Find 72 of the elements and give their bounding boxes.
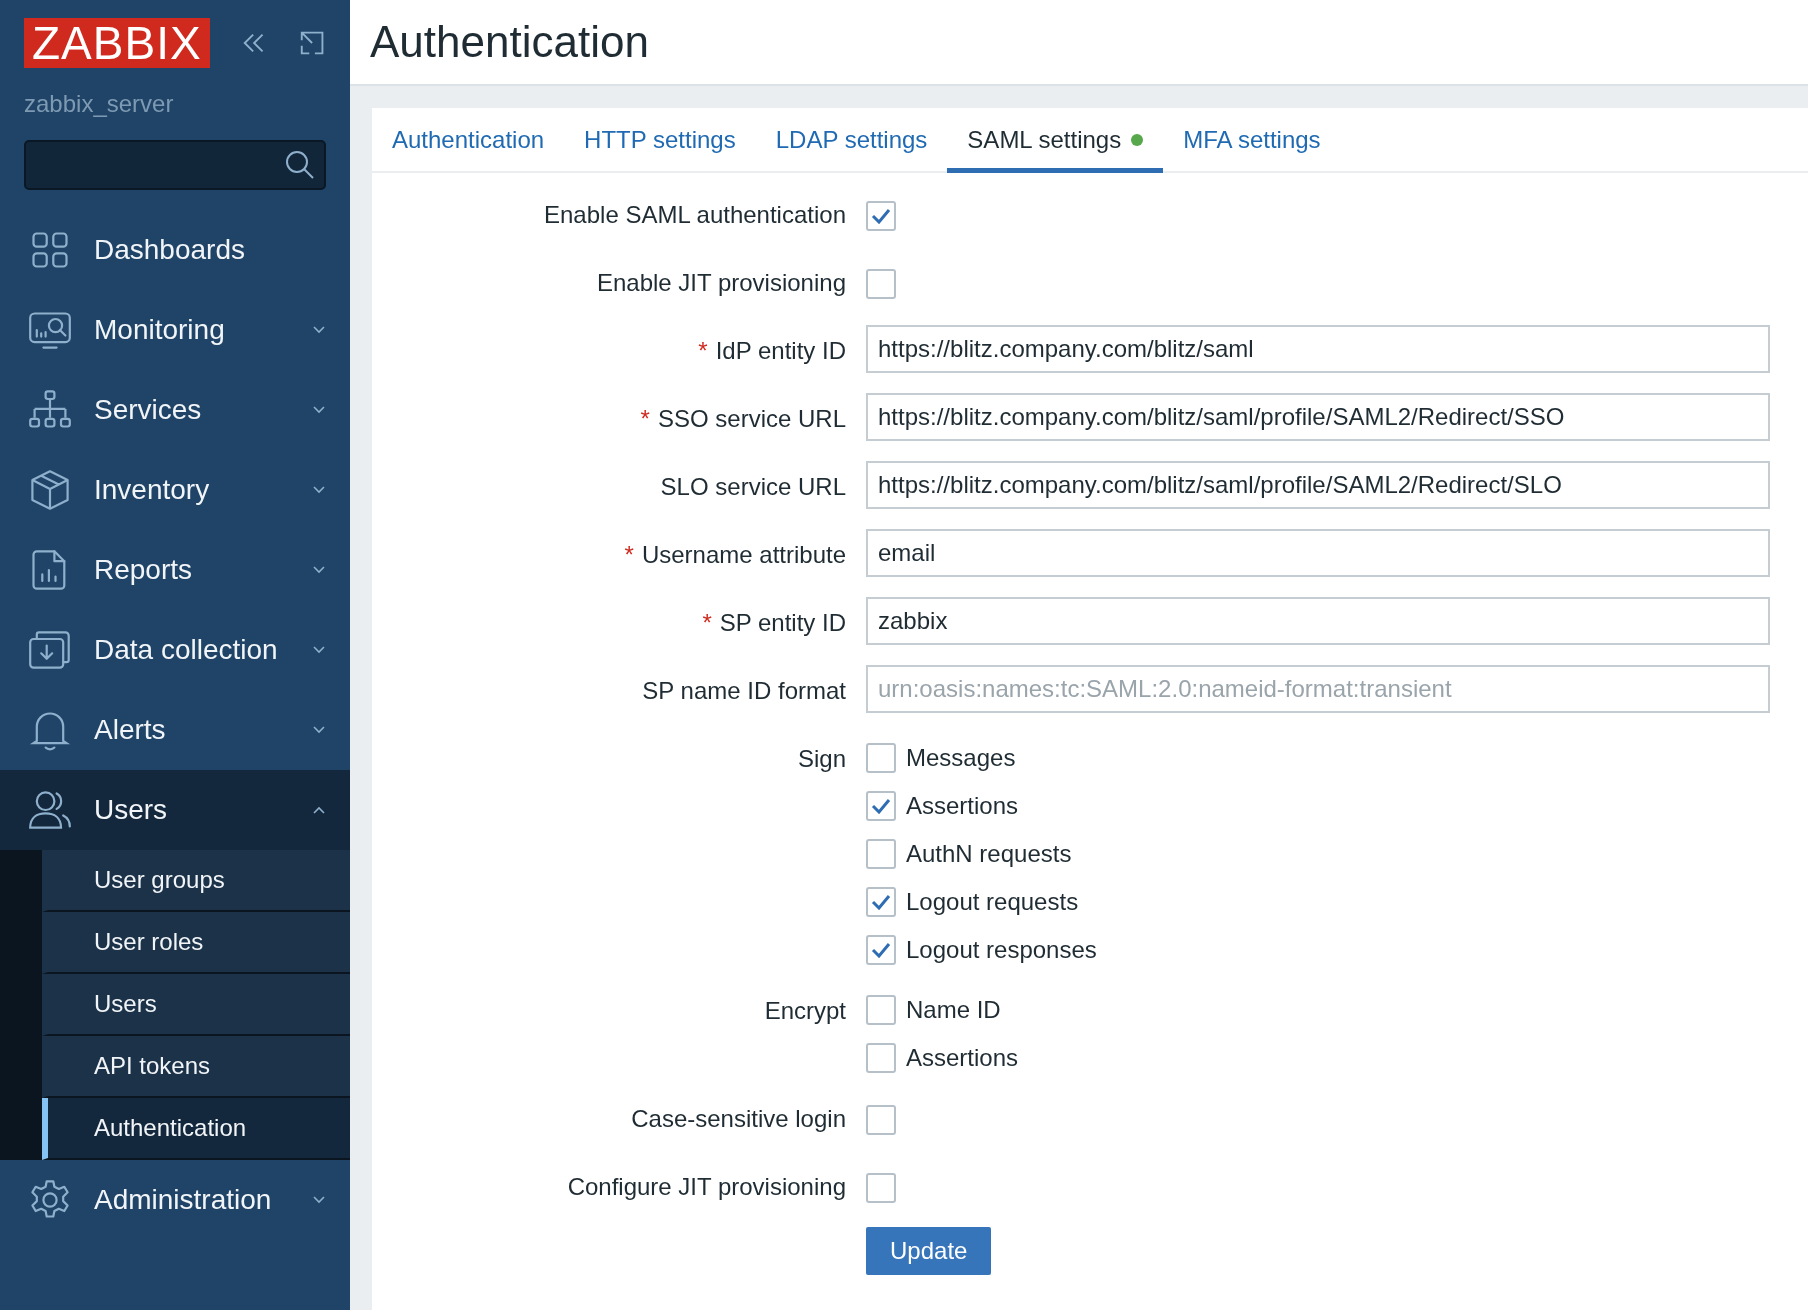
submenu-item[interactable]: Users [42,974,350,1036]
tab[interactable]: MFA settings [1163,108,1341,173]
search-icon[interactable] [284,149,316,181]
checkbox[interactable] [866,839,896,869]
checkmark-icon [871,894,891,910]
tab[interactable]: SAML settings [947,108,1164,173]
menu-item[interactable]: Users [0,770,350,850]
checkbox[interactable] [866,201,896,231]
update-button[interactable]: Update [866,1227,992,1275]
field-label: IdP entity ID [715,337,846,365]
menu-item[interactable]: Monitoring [0,290,350,370]
menu-item[interactable]: Administration [0,1160,350,1240]
checkbox[interactable] [866,995,896,1025]
menu-item[interactable]: Alerts [0,690,350,770]
menu-item[interactable]: Data collection [0,610,350,690]
page-title: Authentication [370,17,649,67]
checkbox[interactable] [866,887,896,917]
field-label: Username attribute [641,541,846,569]
field-label: Case-sensitive login [631,1105,846,1133]
checkbox-label: Name ID [906,996,1001,1024]
checkmark-icon [871,208,891,224]
logo: ZABBIX [24,18,210,68]
text-field[interactable]: urn:oasis:names:tc:SAML:2.0:nameid-format:transient [866,665,1770,713]
checkbox[interactable] [866,791,896,821]
required-mark: * [698,337,708,365]
tab[interactable]: Authentication [372,108,565,173]
field-label: Configure JIT provisioning [567,1173,846,1201]
menu-item[interactable]: Services [0,370,350,450]
field-label: SSO service URL [657,405,846,433]
checkbox[interactable] [866,269,896,299]
users-icon [28,788,72,832]
menu-item[interactable]: Inventory [0,450,350,530]
field-label: Sign [797,745,846,773]
checkmark-icon [871,942,891,958]
text-field[interactable]: https://blitz.company.com/blitz/saml/profile/SAML2/Redirect/SLO [866,461,1770,509]
required-mark: * [640,405,650,433]
checkbox[interactable] [866,1105,896,1135]
checkbox-label: Assertions [906,792,1019,820]
checkbox[interactable] [866,1173,896,1203]
field-label: SLO service URL [660,473,846,501]
submenu-item[interactable]: Authentication [42,1098,350,1160]
tab[interactable]: HTTP settings [564,108,756,173]
search-field[interactable] [24,140,326,190]
required-mark: * [702,609,712,637]
field-label: SP name ID format [642,677,846,705]
text-field[interactable]: zabbix [866,597,1770,645]
server-name: zabbix_server [23,89,175,118]
tab[interactable]: LDAP settings [755,108,948,173]
checkmark-icon [871,798,891,814]
text-field[interactable]: https://blitz.company.com/blitz/saml/profile/SAML2/Redirect/SSO [866,393,1770,441]
field-label: SP entity ID [719,609,846,637]
cube-icon [28,468,72,512]
checkbox-label: Logout requests [906,888,1079,916]
download-tray-icon [28,628,72,672]
checkbox[interactable] [866,935,896,965]
submenu-item[interactable]: API tokens [42,1036,350,1098]
checkbox-label: Logout responses [906,936,1097,964]
checkbox-label: Messages [906,744,1016,772]
submenu-item[interactable]: User groups [42,850,350,912]
checkbox-label: AuthN requests [906,840,1072,868]
field-label: Encrypt [764,997,846,1025]
required-mark: * [624,541,634,569]
field-label: Enable JIT provisioning [596,269,846,297]
submenu-item[interactable]: User roles [42,912,350,974]
checkbox[interactable] [866,743,896,773]
field-label: Enable SAML authentication [544,201,846,229]
checkbox-label: Assertions [906,1044,1019,1072]
checkbox[interactable] [866,1043,896,1073]
text-field[interactable]: email [866,529,1770,577]
menu-item[interactable]: Reports [0,530,350,610]
text-field[interactable]: https://blitz.company.com/blitz/saml [866,325,1770,373]
menu-item[interactable]: Dashboards [0,210,350,290]
